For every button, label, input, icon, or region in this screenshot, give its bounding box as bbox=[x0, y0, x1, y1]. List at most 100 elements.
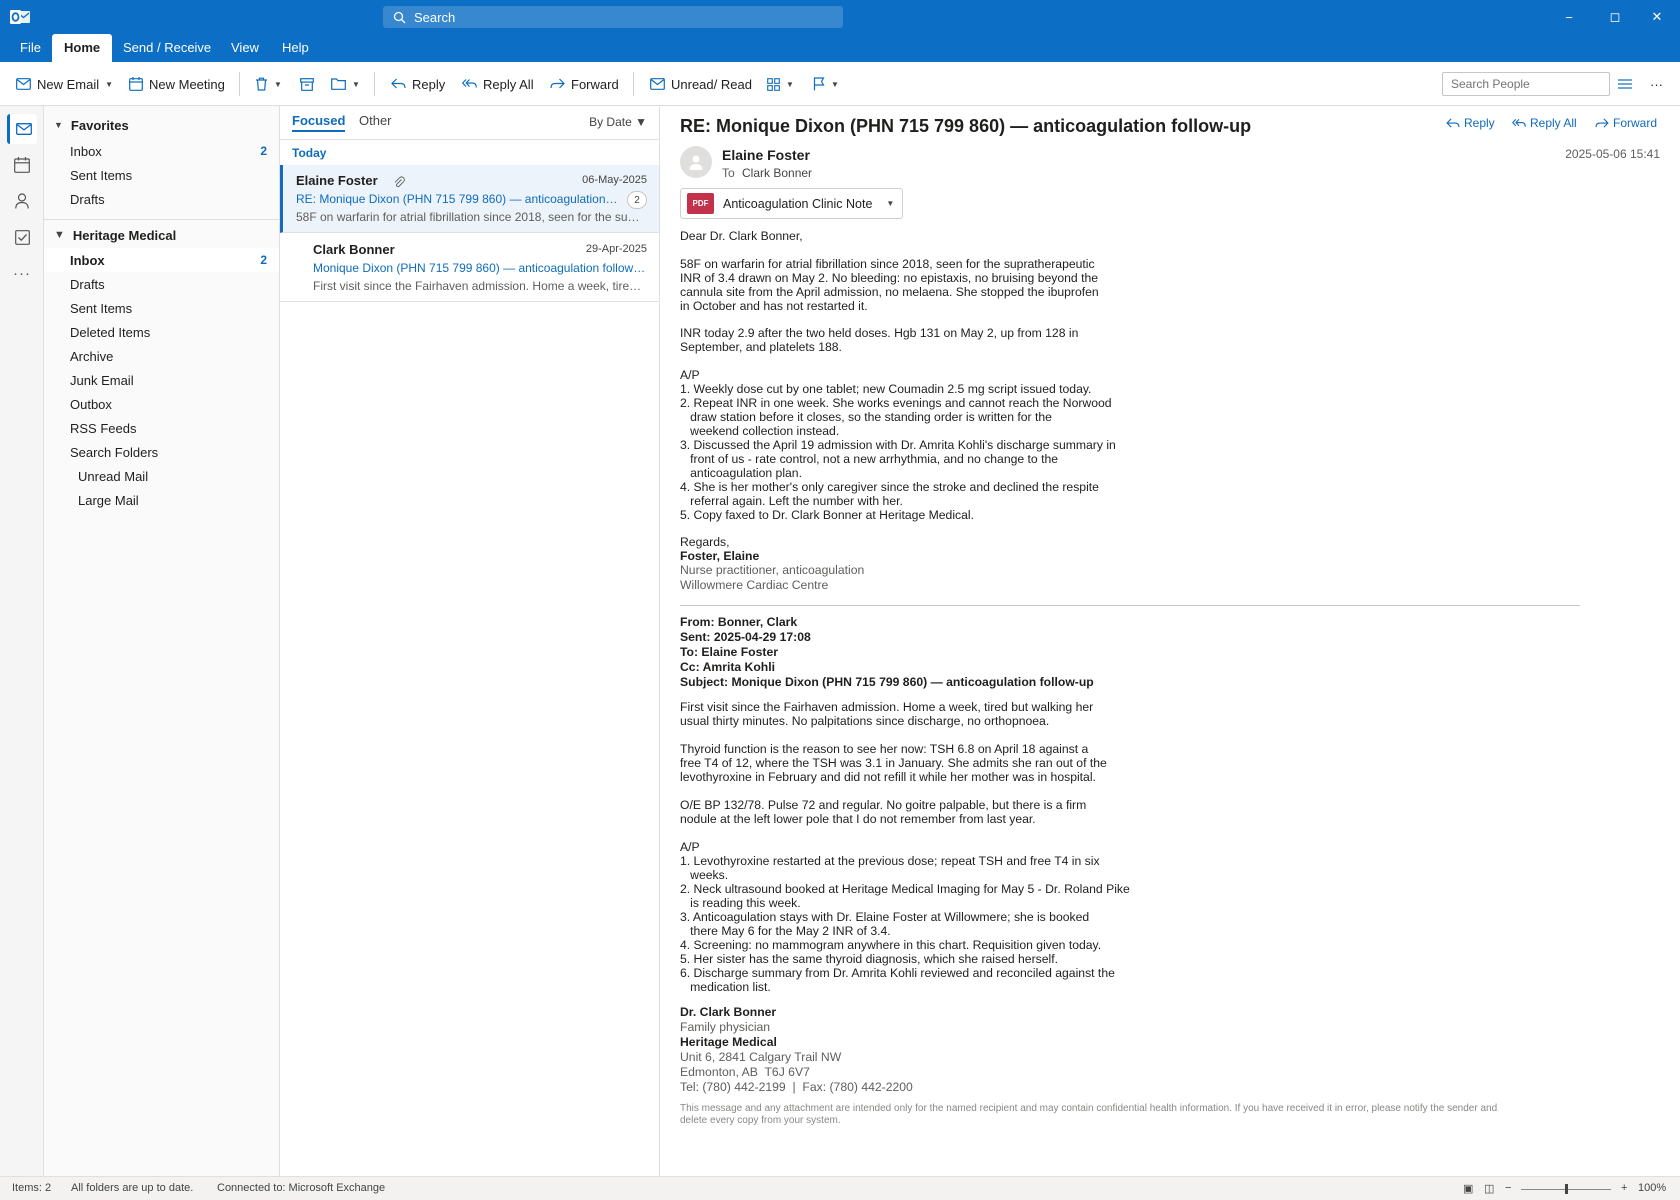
mail-icon bbox=[16, 78, 31, 90]
message-sender: Clark Bonner bbox=[313, 242, 395, 257]
tab-help[interactable]: Help bbox=[270, 34, 321, 62]
flag-button[interactable]: ▼ bbox=[813, 72, 839, 96]
normal-view-icon[interactable]: ▣ bbox=[1463, 1182, 1473, 1195]
zoom-level[interactable]: 100% bbox=[1638, 1182, 1666, 1194]
quoted-cc: Cc: Amrita Kohli bbox=[680, 660, 776, 674]
message-item[interactable]: Elaine Foster 06-May-2025 RE: Monique Di… bbox=[280, 165, 659, 233]
reading-pane: RE: Monique Dixon (PHN 715 799 860) — an… bbox=[660, 106, 1680, 1176]
mail-nav-button[interactable] bbox=[7, 114, 37, 144]
more-apps-icon[interactable]: ··· bbox=[7, 258, 37, 288]
chevron-down-icon[interactable]: ▼ bbox=[786, 80, 794, 89]
reply-all-icon bbox=[462, 79, 477, 88]
reply-button[interactable]: Reply bbox=[391, 72, 445, 96]
favorites-drafts[interactable]: Drafts bbox=[44, 187, 279, 211]
folder-unread-mail[interactable]: Unread Mail bbox=[44, 464, 279, 488]
reading-forward-button[interactable]: Forward bbox=[1595, 116, 1657, 130]
more-options-button[interactable]: ··· bbox=[1650, 72, 1663, 96]
tab-other[interactable]: Other bbox=[359, 113, 392, 128]
attachment-card[interactable]: PDF Anticoagulation Clinic Note ▼ bbox=[680, 188, 903, 219]
unread-read-button[interactable]: Unread/ Read bbox=[650, 72, 752, 96]
folder-deleted-items[interactable]: Deleted Items bbox=[44, 320, 279, 344]
folder-label: Large Mail bbox=[78, 492, 139, 508]
tab-home[interactable]: Home bbox=[52, 34, 113, 62]
tab-file[interactable]: File bbox=[8, 34, 53, 62]
tab-send-receive[interactable]: Send / Receive bbox=[111, 34, 223, 62]
sender-name[interactable]: Elaine Foster bbox=[722, 147, 810, 163]
new-email-label: New Email bbox=[37, 76, 100, 92]
ribbon-layout-button[interactable] bbox=[1618, 72, 1638, 96]
favorites-title: Favorites bbox=[70, 117, 129, 133]
new-email-button[interactable]: New Email ▼ bbox=[16, 72, 113, 96]
folder-sent-items[interactable]: Sent Items bbox=[44, 296, 279, 320]
folder-label: Outbox bbox=[70, 396, 112, 412]
reading-view-icon[interactable]: ◫ bbox=[1484, 1182, 1494, 1195]
envelope-icon bbox=[650, 78, 665, 90]
quoted-paragraph: O/E BP 132/78. Pulse 72 and regular. No … bbox=[680, 798, 1087, 826]
quoted-from: From: Bonner, Clark bbox=[680, 615, 798, 629]
people-nav-button[interactable] bbox=[7, 186, 37, 216]
calendar-icon bbox=[129, 77, 143, 91]
folder-large-mail[interactable]: Large Mail bbox=[44, 488, 279, 512]
folder-label: Sent Items bbox=[70, 300, 133, 316]
message-date: 29-Apr-2025 bbox=[585, 243, 647, 255]
search-people-input[interactable] bbox=[1442, 72, 1610, 96]
list-header-divider bbox=[280, 139, 659, 140]
restore-button[interactable]: ◻ bbox=[1592, 0, 1638, 34]
message-preview: 58F on warfarin for atrial fibrillation … bbox=[296, 210, 646, 224]
tab-focused[interactable]: Focused bbox=[292, 113, 346, 132]
grid-icon bbox=[767, 77, 780, 91]
folder-label: Search Folders bbox=[70, 444, 159, 460]
folder-inbox[interactable]: Inbox 2 bbox=[44, 248, 279, 272]
chevron-down-icon[interactable]: ▼ bbox=[274, 80, 282, 89]
search-icon bbox=[393, 11, 406, 23]
zoom-out-button[interactable]: − bbox=[1505, 1182, 1511, 1194]
minimize-button[interactable]: − bbox=[1546, 0, 1592, 34]
folder-label: Unread Mail bbox=[78, 468, 149, 484]
message-item[interactable]: Clark Bonner 29-Apr-2025 Monique Dixon (… bbox=[280, 234, 659, 302]
avatar[interactable] bbox=[680, 146, 712, 178]
sync-status: All folders are up to date. bbox=[71, 1182, 194, 1194]
tab-view[interactable]: View bbox=[219, 34, 271, 62]
chevron-down-icon[interactable]: ▼ bbox=[352, 80, 360, 89]
quote-divider bbox=[680, 605, 1580, 606]
quoted-signature-city: Edmonton, AB T6J 6V7 bbox=[680, 1065, 810, 1079]
reading-reply-all-button[interactable]: Reply All bbox=[1512, 116, 1577, 130]
connection-status: Connected to: Microsoft Exchange bbox=[217, 1182, 386, 1194]
quoted-signature-org: Heritage Medical bbox=[680, 1035, 777, 1049]
reply-all-button[interactable]: Reply All bbox=[462, 72, 534, 96]
favorites-sent-items[interactable]: Sent Items bbox=[44, 163, 279, 187]
forward-button[interactable]: Forward bbox=[550, 72, 619, 96]
chevron-down-icon[interactable]: ▼ bbox=[105, 80, 113, 89]
folder-junk-email[interactable]: Junk Email bbox=[44, 368, 279, 392]
folder-outbox[interactable]: Outbox bbox=[44, 392, 279, 416]
archive-button[interactable] bbox=[300, 72, 320, 96]
delete-button[interactable]: ▼ bbox=[255, 72, 282, 96]
folder-archive[interactable]: Archive bbox=[44, 344, 279, 368]
reply-all-label: Reply All bbox=[483, 76, 534, 92]
folder-rss-feeds[interactable]: RSS Feeds bbox=[44, 416, 279, 440]
checkbox-task-icon bbox=[14, 229, 30, 245]
reading-reply-button[interactable]: Reply bbox=[1446, 116, 1495, 130]
sort-by-date-button[interactable]: By Date ▼ bbox=[589, 115, 647, 129]
folder-search-folders[interactable]: Search Folders bbox=[44, 440, 279, 464]
calendar-nav-button[interactable] bbox=[7, 150, 37, 180]
categorize-button[interactable]: ▼ bbox=[767, 72, 794, 96]
favorites-header[interactable]: ▼ Favorites bbox=[54, 114, 129, 136]
folder-drafts[interactable]: Drafts bbox=[44, 272, 279, 296]
zoom-in-button[interactable]: + bbox=[1621, 1182, 1627, 1194]
favorites-inbox[interactable]: Inbox 2 bbox=[44, 139, 279, 163]
recipient-name[interactable]: Clark Bonner bbox=[742, 166, 812, 180]
chevron-down-icon[interactable]: ▼ bbox=[831, 80, 839, 89]
account-header[interactable]: ▼ Heritage Medical bbox=[54, 224, 176, 246]
new-meeting-button[interactable]: New Meeting bbox=[129, 72, 225, 96]
tasks-nav-button[interactable] bbox=[7, 222, 37, 252]
folder-icon bbox=[331, 78, 346, 90]
folder-label: Inbox bbox=[70, 143, 102, 159]
zoom-slider-thumb[interactable] bbox=[1565, 1184, 1568, 1194]
chevron-down-icon[interactable]: ▼ bbox=[886, 199, 894, 208]
person-icon bbox=[15, 193, 29, 209]
global-search-box[interactable]: Search bbox=[383, 6, 843, 28]
close-button[interactable]: ✕ bbox=[1634, 0, 1680, 34]
calendar-icon bbox=[14, 157, 30, 173]
move-button[interactable]: ▼ bbox=[331, 72, 360, 96]
